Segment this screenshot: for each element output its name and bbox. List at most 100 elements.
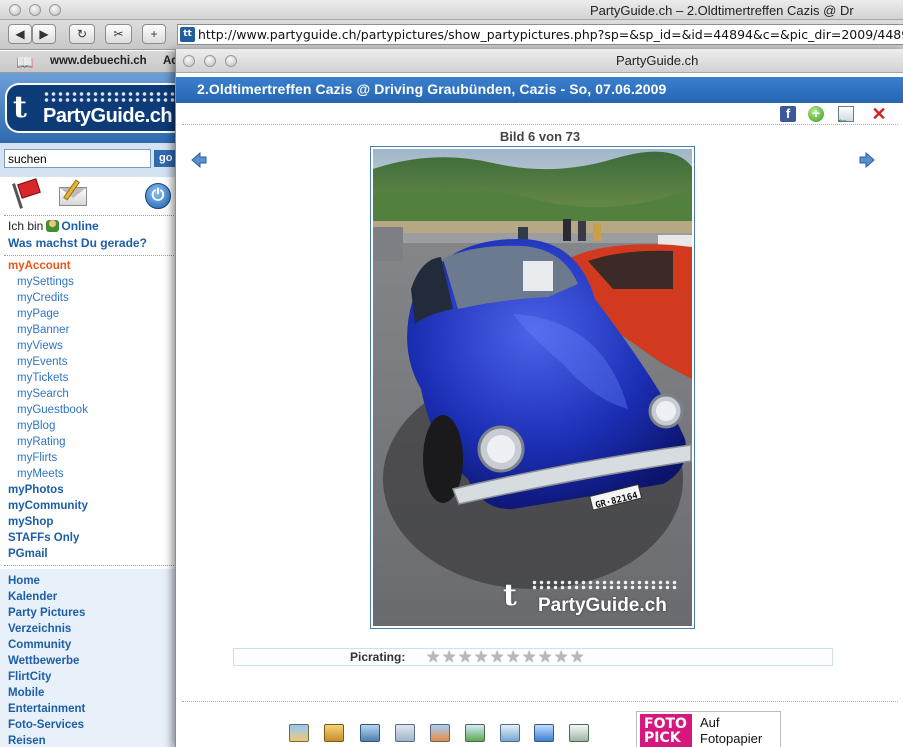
menu-item-myaccount[interactable]: myAccount	[0, 258, 178, 274]
watermark-dots-decoration	[531, 580, 677, 590]
menu-item-myevents[interactable]: myEvents	[0, 354, 178, 370]
close-x-icon[interactable]: ✕	[871, 105, 887, 123]
menu-item-mypage[interactable]: myPage	[0, 306, 178, 322]
popup-titlebar: PartyGuide.ch	[176, 49, 903, 73]
forward-button[interactable]: ▶	[32, 24, 56, 44]
facebook-share-icon[interactable]: f	[780, 106, 796, 122]
menu-item-mysettings[interactable]: mySettings	[0, 274, 178, 290]
edit-note-icon[interactable]	[324, 724, 344, 742]
nav-item-reisen[interactable]: Reisen	[0, 733, 178, 747]
popup-minimize-button[interactable]	[204, 55, 216, 67]
nav-item-party-pictures[interactable]: Party Pictures	[0, 605, 178, 621]
rating-star-icon[interactable]: ★	[554, 650, 569, 666]
what-doing-link[interactable]: Was machst Du gerade?	[8, 236, 147, 250]
menu-item-mysearch[interactable]: mySearch	[0, 386, 178, 402]
partyguide-logo[interactable]: t PartyGuide.ch	[5, 83, 178, 133]
menu-item-mymeets[interactable]: myMeets	[0, 466, 178, 482]
nav-item-entertainment[interactable]: Entertainment	[0, 701, 178, 717]
divider	[4, 215, 174, 216]
add-plus-icon[interactable]: +	[808, 106, 824, 122]
url-field[interactable]: tt http://www.partyguide.ch/partypicture…	[177, 24, 903, 45]
user-photo-icon[interactable]	[289, 724, 309, 742]
print-icon[interactable]	[395, 724, 415, 742]
menu-item-mytickets[interactable]: myTickets	[0, 370, 178, 386]
nav-item-flirtcity[interactable]: FlirtCity	[0, 669, 178, 685]
logo-text: PartyGuide.ch	[43, 105, 173, 127]
sidebar-search: go	[0, 143, 178, 177]
menu-item-pgmail[interactable]: PGmail	[0, 546, 178, 562]
scissors-icon: ✂	[113, 27, 124, 41]
photo-popup-window: PartyGuide.ch 2.Oldtimertreffen Cazis @ …	[175, 49, 903, 747]
search-input[interactable]	[4, 149, 151, 168]
previous-arrow-icon[interactable]	[190, 151, 208, 169]
menu-item-myguestbook[interactable]: myGuestbook	[0, 402, 178, 418]
next-arrow-icon[interactable]	[858, 151, 876, 169]
send-card-icon[interactable]	[836, 106, 854, 126]
logo-dots-decoration	[43, 91, 178, 103]
minimize-window-button[interactable]	[29, 4, 41, 16]
snapback-button[interactable]: ✂	[105, 24, 132, 44]
reload-button[interactable]: ↻	[69, 24, 95, 44]
nav-item-foto-services[interactable]: Foto-Services	[0, 717, 178, 733]
rating-star-icon[interactable]: ★	[570, 650, 585, 666]
mail-icon[interactable]	[57, 179, 87, 209]
logout-power-icon[interactable]: ⏻	[145, 183, 171, 209]
rating-star-icon[interactable]: ★	[458, 650, 473, 666]
nav-item-kalender[interactable]: Kalender	[0, 589, 178, 605]
rating-star-icon[interactable]: ★	[442, 650, 457, 666]
divider	[182, 701, 898, 702]
nav-item-community[interactable]: Community	[0, 637, 178, 653]
nav-item-verzeichnis[interactable]: Verzeichnis	[0, 621, 178, 637]
status-value[interactable]: Online	[61, 219, 98, 233]
gallery-icon[interactable]	[500, 724, 520, 742]
nav-item-wettbewerbe[interactable]: Wettbewerbe	[0, 653, 178, 669]
back-button[interactable]: ◀	[8, 24, 32, 44]
main-nav: Home Kalender Party Pictures Verzeichnis…	[0, 573, 178, 747]
divider	[4, 565, 174, 566]
menu-item-mycommunity[interactable]: myCommunity	[0, 498, 178, 514]
bookmark-item[interactable]: www.debuechi.ch	[50, 55, 147, 67]
download-photo-icon[interactable]	[534, 724, 554, 742]
screen: PartyGuide.ch – 2.Oldtimertreffen Cazis …	[0, 0, 903, 747]
rating-star-icon[interactable]: ★	[474, 650, 489, 666]
photo-image: t PartyGuide.ch GR·82164	[373, 149, 692, 626]
add-bookmark-button[interactable]: +	[142, 24, 166, 44]
url-text: http://www.partyguide.ch/partypictures/s…	[198, 27, 903, 42]
ad-text: Auf Fotopapier bestellen	[700, 715, 780, 747]
divider	[4, 255, 174, 256]
browser-window-title: PartyGuide.ch – 2.Oldtimertreffen Cazis …	[590, 3, 854, 18]
rating-stars: ★ ★ ★ ★ ★ ★ ★ ★ ★ ★	[426, 649, 586, 666]
rating-star-icon[interactable]: ★	[538, 650, 553, 666]
bookmarks-book-icon[interactable]: 📖	[16, 54, 33, 71]
user-card-icon[interactable]	[360, 724, 380, 742]
nav-item-mobile[interactable]: Mobile	[0, 685, 178, 701]
send-photo-icon[interactable]	[430, 724, 450, 742]
picrating-box: Picrating: ★ ★ ★ ★ ★ ★ ★ ★ ★ ★	[233, 648, 833, 666]
menu-item-myphotos[interactable]: myPhotos	[0, 482, 178, 498]
rating-star-icon[interactable]: ★	[426, 650, 441, 666]
menu-item-mybanner[interactable]: myBanner	[0, 322, 178, 338]
zoom-window-button[interactable]	[49, 4, 61, 16]
menu-item-myrating[interactable]: myRating	[0, 434, 178, 450]
menu-item-mycredits[interactable]: myCredits	[0, 290, 178, 306]
flag-icon[interactable]	[12, 178, 43, 209]
close-window-button[interactable]	[9, 4, 21, 16]
logo-mark-icon: t	[13, 90, 27, 125]
event-photo[interactable]: t PartyGuide.ch GR·82164	[370, 146, 695, 629]
nav-item-home[interactable]: Home	[0, 573, 178, 589]
rating-star-icon[interactable]: ★	[522, 650, 537, 666]
menu-item-myviews[interactable]: myViews	[0, 338, 178, 354]
menu-item-staffs-only[interactable]: STAFFs Only	[0, 530, 178, 546]
rating-star-icon[interactable]: ★	[490, 650, 505, 666]
fotopick-logo: FOTO PICK	[640, 714, 692, 747]
picture-icon[interactable]	[465, 724, 485, 742]
popup-zoom-button[interactable]	[225, 55, 237, 67]
report-photo-icon[interactable]	[569, 724, 589, 742]
popup-close-button[interactable]	[183, 55, 195, 67]
rating-star-icon[interactable]: ★	[506, 650, 521, 666]
menu-item-myflirts[interactable]: myFlirts	[0, 450, 178, 466]
menu-item-myshop[interactable]: myShop	[0, 514, 178, 530]
partyguide-sidebar: t PartyGuide.ch go ⏻ Ich bin Online Was m…	[0, 73, 178, 747]
menu-item-myblog[interactable]: myBlog	[0, 418, 178, 434]
fotopick-ad[interactable]: FOTO PICK Auf Fotopapier bestellen	[636, 711, 781, 747]
